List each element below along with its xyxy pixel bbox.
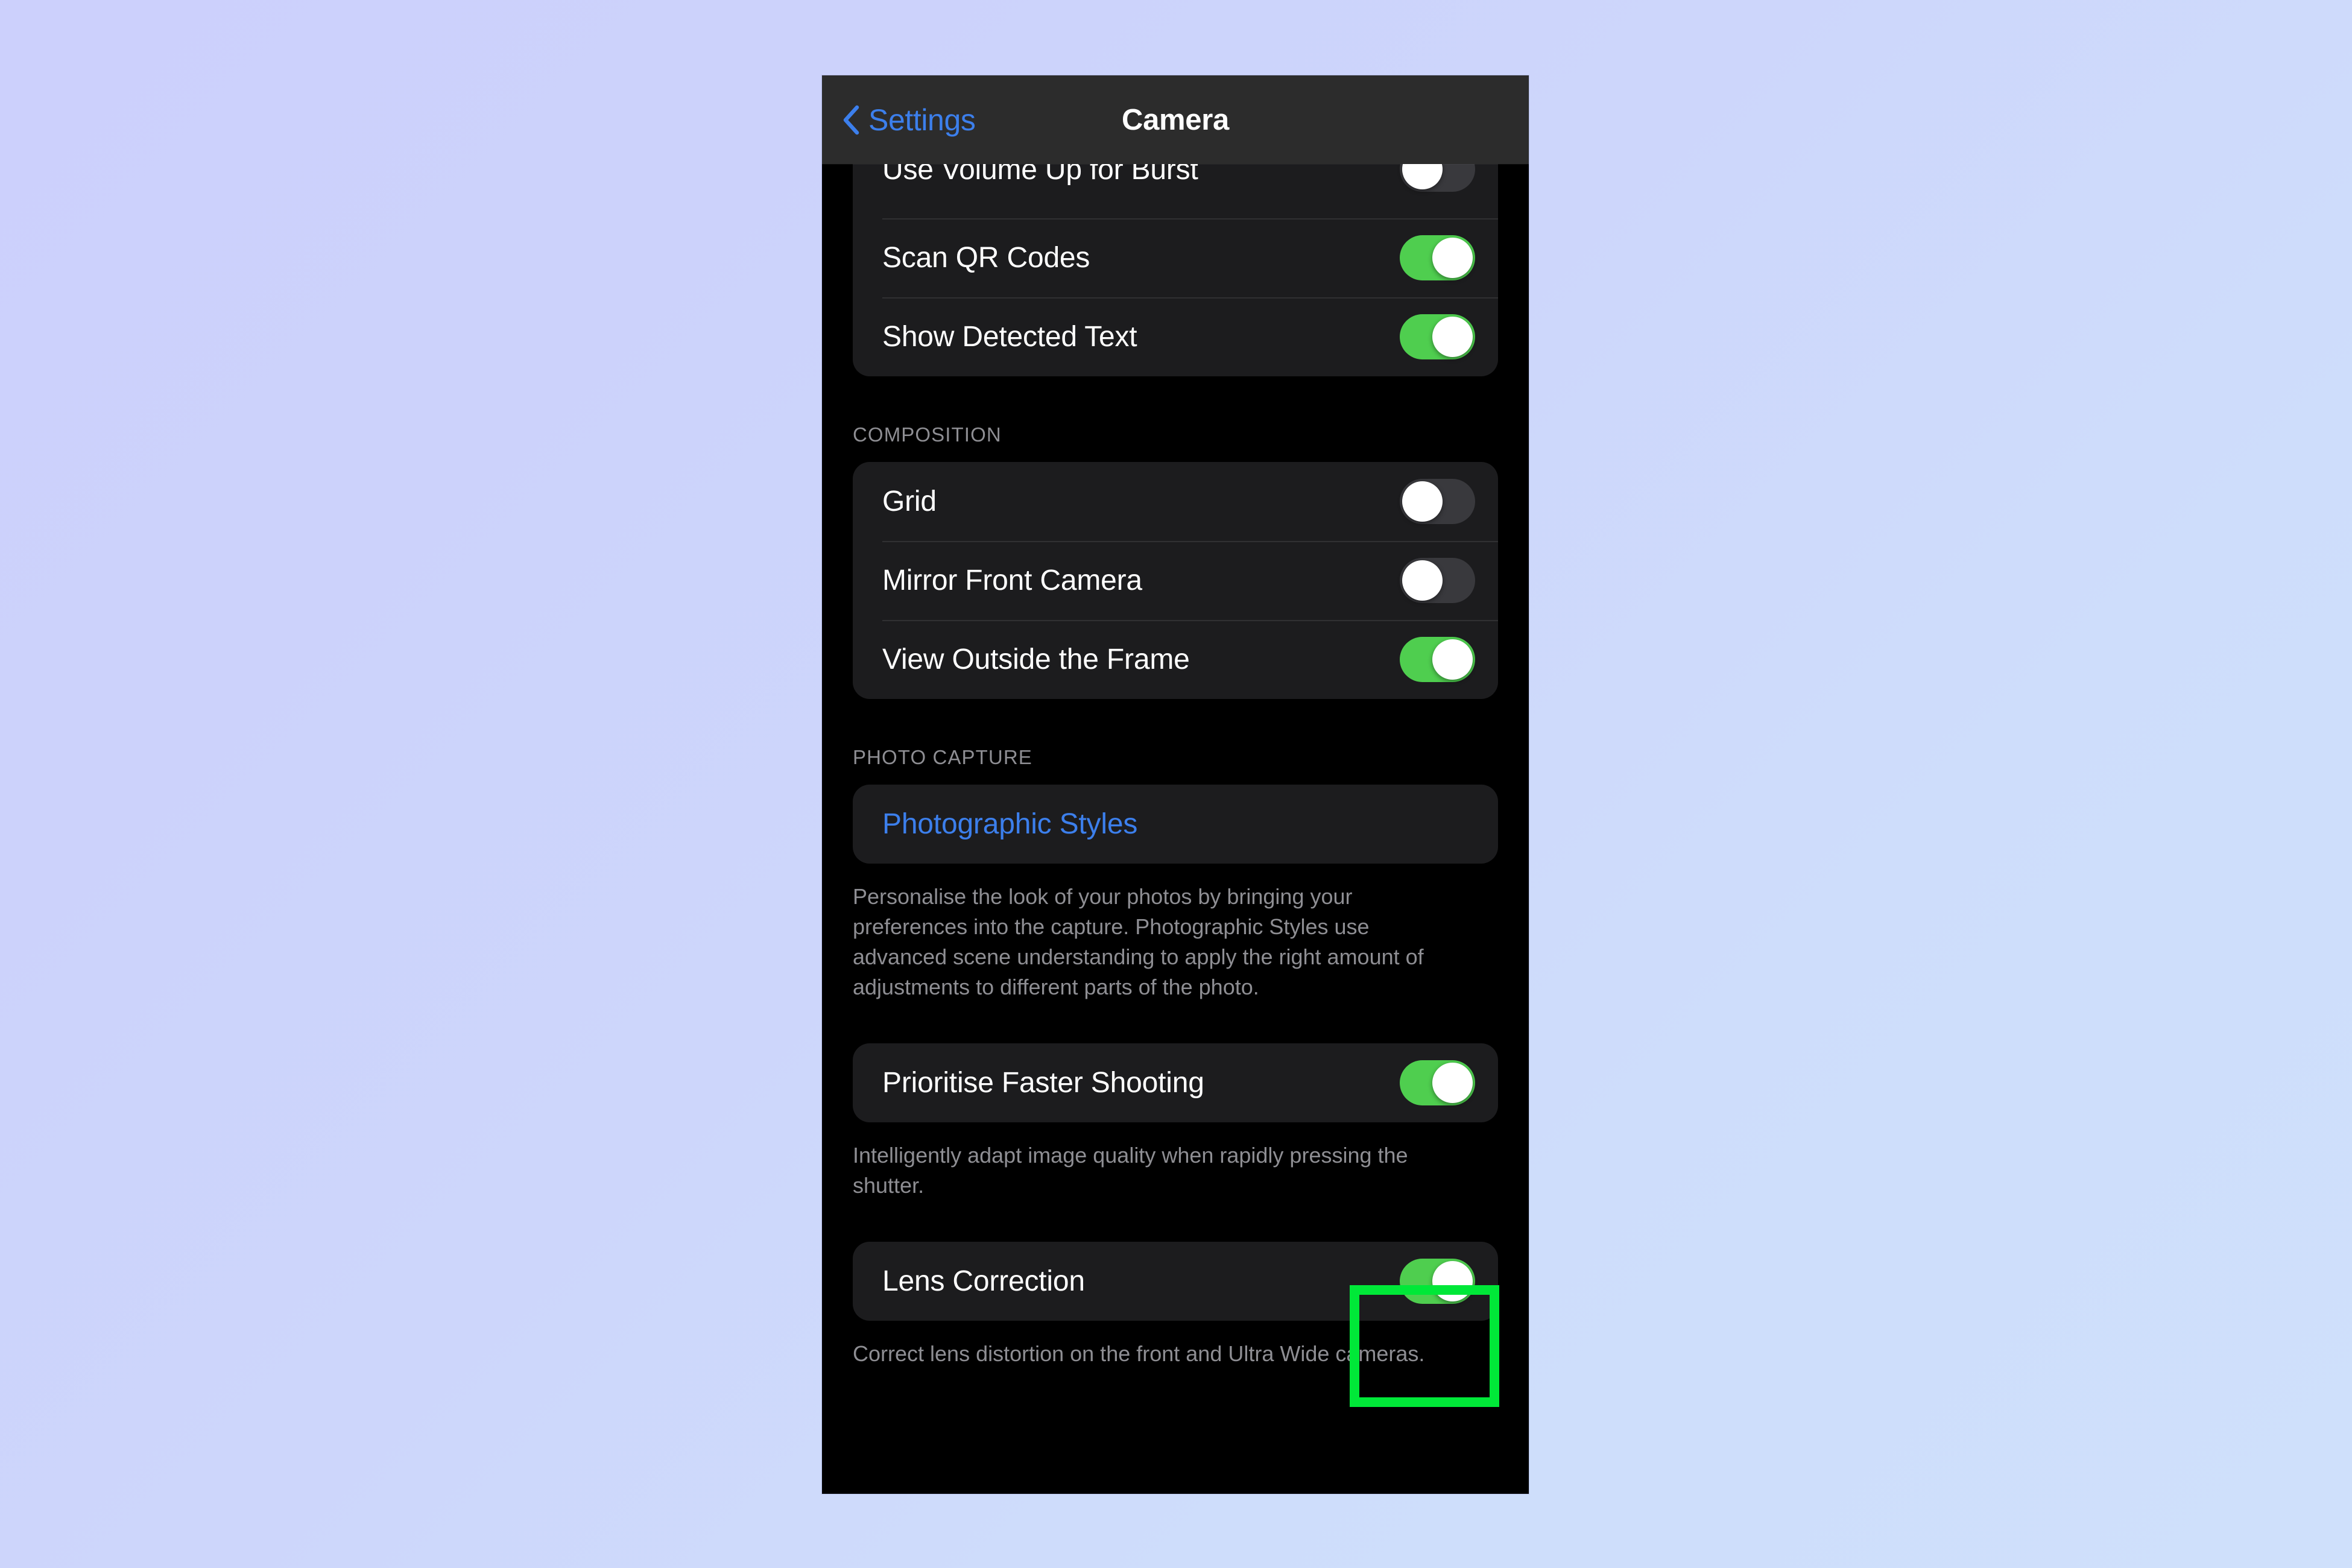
settings-group-composition: Grid Mirror Front Camera View Outside th…	[853, 462, 1498, 699]
settings-group-lens-correction: Lens Correction	[853, 1242, 1498, 1321]
lens-correction-toggle[interactable]	[1400, 1259, 1475, 1304]
settings-group-photographic-styles: Photographic Styles	[853, 785, 1498, 864]
row-label: View Outside the Frame	[882, 643, 1190, 675]
section-header-composition: COMPOSITION	[853, 423, 1002, 446]
row-lens-correction[interactable]: Lens Correction	[853, 1242, 1498, 1321]
row-label: Prioritise Faster Shooting	[882, 1067, 1204, 1099]
toggle-knob	[1432, 1063, 1473, 1104]
row-grid[interactable]: Grid	[853, 462, 1498, 541]
faster-shooting-footnote: Intelligently adapt image quality when r…	[853, 1143, 1408, 1198]
row-prioritise-faster-shooting[interactable]: Prioritise Faster Shooting	[853, 1043, 1498, 1122]
toggle-knob	[1432, 639, 1473, 680]
section-header-photo-capture: PHOTO CAPTURE	[853, 746, 1032, 768]
grid-toggle[interactable]	[1400, 479, 1475, 524]
row-label: Mirror Front Camera	[882, 564, 1142, 596]
navigation-bar: Settings Camera	[822, 75, 1529, 164]
phone-screen: Settings Camera Use Volume Up for Burst …	[822, 75, 1529, 1494]
toggle-knob	[1432, 238, 1473, 278]
show-detected-text-toggle[interactable]	[1400, 314, 1475, 359]
row-mirror-front-camera[interactable]: Mirror Front Camera	[853, 541, 1498, 620]
toggle-knob	[1432, 317, 1473, 357]
row-label: Show Detected Text	[882, 321, 1137, 353]
toggle-knob	[1402, 560, 1443, 601]
row-scan-qr-codes[interactable]: Scan QR Codes	[853, 218, 1498, 297]
row-label: Lens Correction	[882, 1265, 1085, 1298]
view-outside-the-frame-toggle[interactable]	[1400, 637, 1475, 682]
photographic-styles-footnote: Personalise the look of your photos by b…	[853, 884, 1424, 1000]
settings-group-faster-shooting: Prioritise Faster Shooting	[853, 1043, 1498, 1123]
prioritise-faster-shooting-toggle[interactable]	[1400, 1060, 1475, 1106]
settings-scroll-view[interactable]: Use Volume Up for Burst Scan QR Codes Sh…	[822, 147, 1529, 1494]
row-label: Scan QR Codes	[882, 242, 1090, 274]
page-title: Camera	[1122, 103, 1229, 136]
scan-qr-codes-toggle[interactable]	[1400, 235, 1475, 280]
row-label: Grid	[882, 485, 937, 517]
row-photographic-styles[interactable]: Photographic Styles	[853, 785, 1498, 864]
mirror-front-camera-toggle[interactable]	[1400, 558, 1475, 603]
toggle-knob	[1402, 481, 1443, 522]
lens-correction-footnote: Correct lens distortion on the front and…	[853, 1341, 1425, 1367]
row-view-outside-the-frame[interactable]: View Outside the Frame	[853, 620, 1498, 699]
row-use-volume-up-for-burst[interactable]: Use Volume Up for Burst	[853, 147, 1498, 218]
toggle-knob	[1432, 1261, 1473, 1302]
row-show-detected-text[interactable]: Show Detected Text	[853, 297, 1498, 376]
photographic-styles-label: Photographic Styles	[882, 808, 1138, 840]
settings-group-top: Use Volume Up for Burst Scan QR Codes Sh…	[853, 147, 1498, 376]
